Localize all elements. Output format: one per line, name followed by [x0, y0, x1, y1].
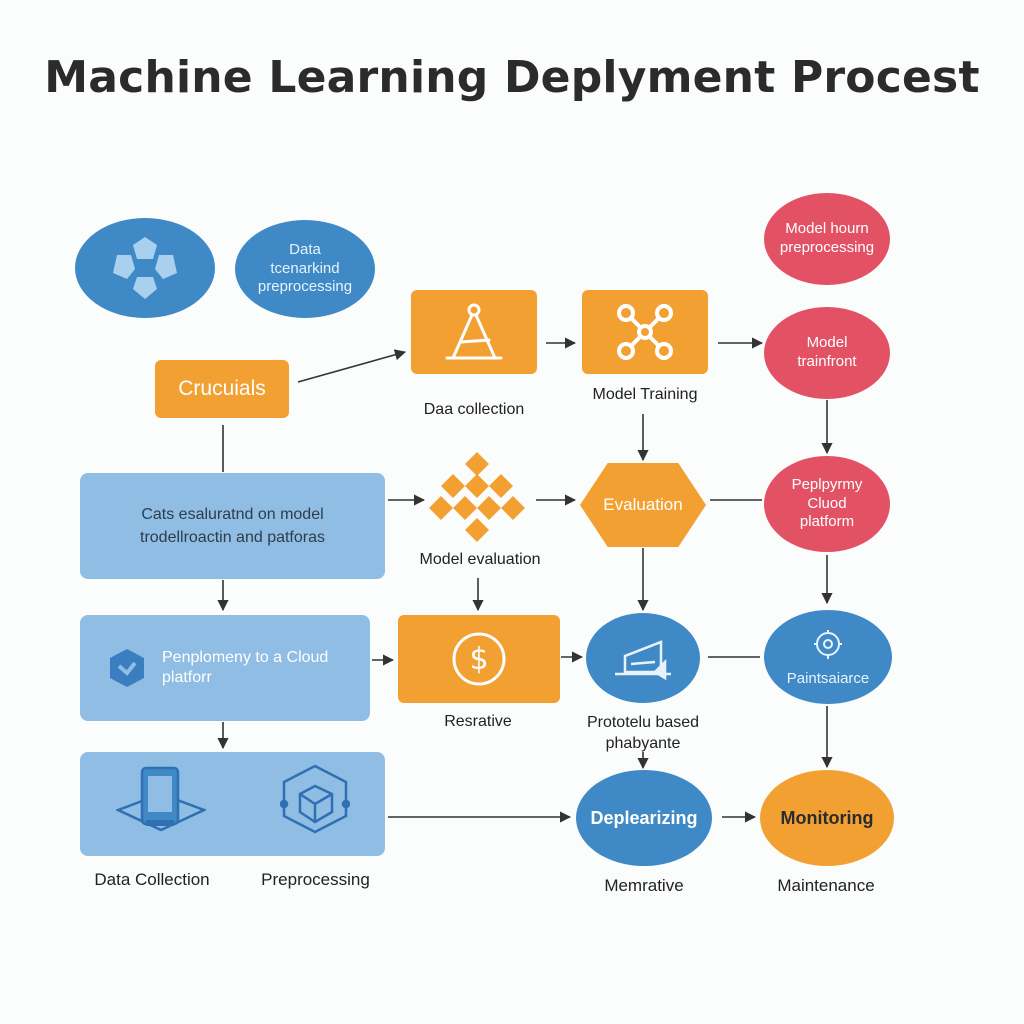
arrow-crucuials-to-collection	[297, 349, 407, 383]
diamond-grid-icon	[429, 452, 525, 542]
page-title: Machine Learning Deplyment Procest	[44, 52, 980, 103]
model-hourn-label: Model hourn preprocessing	[779, 220, 875, 256]
deplearizing-node: Deplearizing	[576, 770, 712, 866]
model-training-node	[582, 290, 708, 374]
paintsaiarce-node: Paintsaiarce	[764, 610, 892, 704]
data-collection-bottom-caption: Data Collection	[94, 870, 210, 889]
model-trainfront-node: Model trainfront	[764, 307, 890, 399]
peplpyrmy-label: Peplpyrmy Cluod platform	[791, 475, 863, 531]
package-icon	[280, 764, 350, 834]
monitoring-label: Monitoring	[780, 807, 874, 828]
data-preprocessing-node: Data tcenarkind preprocessing	[235, 220, 375, 318]
network-icon	[617, 304, 673, 360]
resrative-caption: Resrative	[444, 713, 512, 730]
gear-cluster-icon	[113, 237, 177, 299]
data-collection-node	[411, 290, 537, 374]
tablet-icon	[116, 766, 206, 832]
chart-screen-icon	[615, 640, 671, 681]
a-frame-icon	[445, 303, 503, 360]
cats-panel: Cats esaluratnd on model trodellroactin …	[80, 473, 385, 579]
model-training-caption: Model Training	[592, 386, 698, 403]
paintsaiarce-label: Paintsaiarce	[786, 669, 870, 687]
model-evaluation-caption: Model evaluation	[419, 551, 541, 568]
diagram-canvas: Machine Learning Deplyment Procest Data …	[0, 0, 1024, 1024]
monitoring-node: Monitoring	[760, 770, 894, 866]
shield-icon	[110, 649, 144, 687]
crucuials-node: Crucuials	[155, 360, 289, 418]
dollar-icon: $	[452, 632, 506, 686]
data-preprocessing-label: Data tcenarkind preprocessing	[257, 240, 353, 296]
evaluation-node: Evaluation	[580, 463, 706, 547]
peplpyrmy-node: Peplpyrmy Cluod platform	[764, 456, 890, 552]
prototelu-caption: Prototelu based phabyante	[586, 714, 700, 752]
cats-panel-label: Cats esaluratnd on model trodellroactin …	[140, 505, 325, 546]
crucuials-label: Crucuials	[178, 377, 266, 400]
penplomeny-label: Penplomeny to a Cloud platforr	[162, 649, 329, 686]
svg-text:$: $	[469, 642, 488, 677]
deplearizing-label: Deplearizing	[590, 807, 698, 828]
brain-gear-icon	[814, 629, 842, 659]
chart-screen-node	[586, 613, 700, 703]
penplomeny-panel: Penplomeny to a Cloud platforr	[80, 615, 370, 721]
gear-cluster-node	[75, 218, 215, 318]
maintenance-caption: Maintenance	[777, 876, 875, 895]
memrative-caption: Memrative	[604, 876, 684, 895]
evaluation-label: Evaluation	[603, 495, 683, 514]
model-trainfront-label: Model trainfront	[797, 334, 857, 370]
resrative-node: $	[398, 615, 560, 703]
data-collection-caption: Daa collection	[423, 401, 525, 418]
preprocessing-bottom-caption: Preprocessing	[261, 870, 370, 889]
model-hourn-node: Model hourn preprocessing	[764, 193, 890, 285]
